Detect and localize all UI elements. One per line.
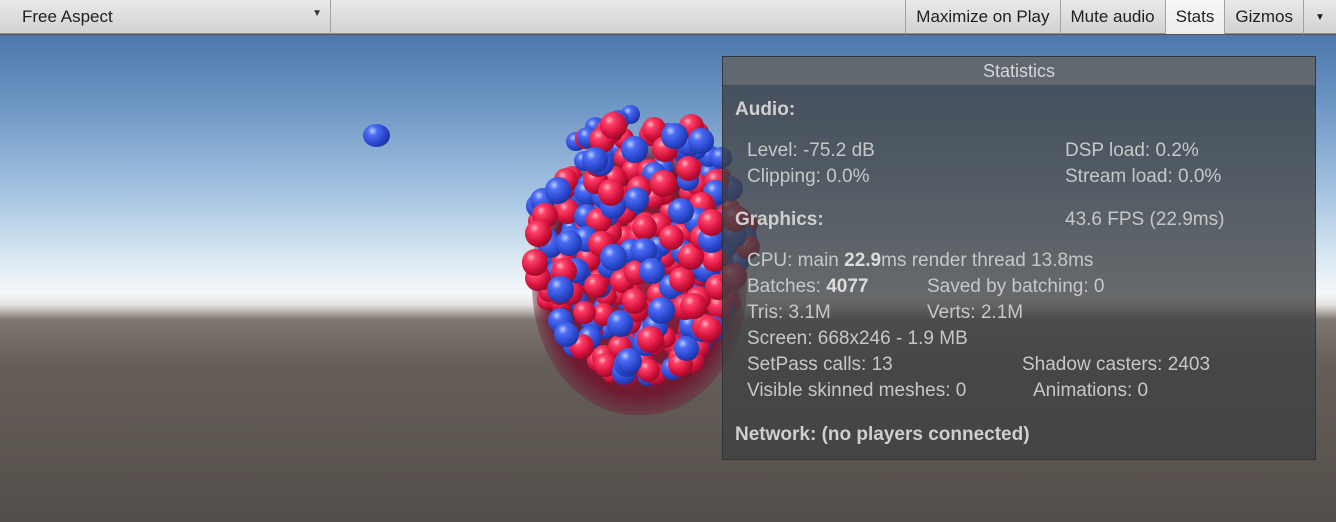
cpu-suffix: ms render thread 13.8ms <box>881 250 1094 271</box>
dsp-load: DSP load: 0.2% <box>1065 140 1199 161</box>
blue-sphere <box>661 122 688 149</box>
stats-label: Stats <box>1175 7 1215 26</box>
maximize-on-play-toggle[interactable]: Maximize on Play <box>905 0 1059 34</box>
red-sphere <box>636 326 664 354</box>
red-sphere <box>695 315 723 343</box>
red-sphere <box>697 208 725 236</box>
animations-stat: Animations: 0 <box>1033 380 1149 401</box>
saved-by-batching: Saved by batching: 0 <box>927 276 1105 297</box>
skinned-meshes-stat: Visible skinned meshes: 0 <box>747 380 967 401</box>
graphics-header: Graphics: <box>735 209 824 230</box>
audio-header: Audio: <box>735 99 796 120</box>
red-sphere <box>650 170 677 197</box>
cpu-main-value: 22.9 <box>844 250 882 271</box>
statistics-title: Statistics <box>723 57 1315 85</box>
blue-sphere <box>621 136 648 163</box>
blue-sphere <box>553 321 579 347</box>
blue-sphere <box>673 335 699 361</box>
gizmos-dropdown[interactable]: ▼ <box>1303 0 1336 34</box>
tris-stat: Tris: 3.1M <box>747 302 831 323</box>
chevron-down-icon: ▼ <box>1315 11 1325 23</box>
batches-stat: Batches: 4077 <box>747 276 869 298</box>
blue-sphere <box>547 276 574 303</box>
red-sphere <box>525 219 552 247</box>
batches-value: 4077 <box>826 276 869 297</box>
game-view-toolbar: Free Aspect ▼ Maximize on Play Mute audi… <box>0 0 1336 34</box>
blue-sphere <box>556 229 583 256</box>
batches-prefix: Batches: <box>747 276 827 297</box>
blue-sphere <box>600 244 627 271</box>
fps-readout: 43.6 FPS (22.9ms) <box>1065 209 1225 230</box>
screen-stat: Screen: 668x246 - 1.9 MB <box>747 328 968 349</box>
maximize-on-play-label: Maximize on Play <box>916 7 1050 26</box>
statistics-panel: Statistics Audio: Level: -75.2 dB DSP lo… <box>722 56 1316 460</box>
aspect-label: Free Aspect <box>22 7 113 26</box>
shadow-casters-stat: Shadow casters: 2403 <box>1022 354 1211 375</box>
verts-stat: Verts: 2.1M <box>927 302 1024 323</box>
red-sphere <box>597 178 625 206</box>
red-sphere <box>669 266 695 293</box>
network-status: Network: (no players connected) <box>735 424 1030 445</box>
blue-sphere <box>688 128 714 154</box>
stats-toggle[interactable]: Stats <box>1164 0 1225 34</box>
red-sphere <box>621 287 648 314</box>
stream-load: Stream load: 0.0% <box>1065 166 1222 187</box>
blue-sphere <box>648 297 675 324</box>
blue-sphere <box>581 146 608 173</box>
stray-blue-sphere <box>363 124 390 147</box>
audio-level: Level: -75.2 dB <box>747 140 875 161</box>
blue-sphere <box>616 348 642 375</box>
mute-audio-label: Mute audio <box>1070 7 1155 26</box>
blue-sphere <box>606 310 633 337</box>
gizmos-button[interactable]: Gizmos <box>1224 0 1303 34</box>
red-sphere <box>679 292 707 320</box>
mute-audio-toggle[interactable]: Mute audio <box>1059 0 1165 34</box>
red-sphere <box>521 249 549 276</box>
aspect-dropdown[interactable]: Free Aspect ▼ <box>0 0 331 34</box>
red-sphere <box>584 274 608 298</box>
audio-clipping: Clipping: 0.0% <box>747 166 870 187</box>
cpu-prefix: CPU: main <box>747 250 845 271</box>
gizmos-label: Gizmos <box>1235 7 1293 26</box>
setpass-stat: SetPass calls: 13 <box>747 354 893 375</box>
blue-sphere <box>544 177 571 204</box>
chevron-down-icon: ▼ <box>312 8 322 19</box>
blue-sphere <box>638 257 666 285</box>
cpu-stats: CPU: main 22.9ms render thread 13.8ms <box>747 250 1093 272</box>
